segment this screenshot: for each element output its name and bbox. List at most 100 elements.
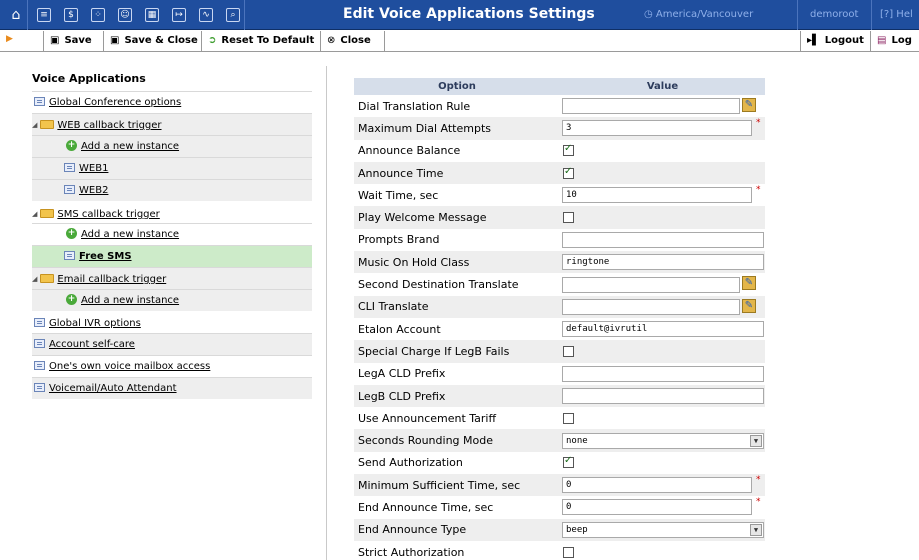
close-button[interactable]: ⊗ Close — [320, 31, 385, 51]
document-icon — [64, 250, 75, 260]
tree-item-account-self-care[interactable]: Account self-care — [32, 333, 312, 355]
document-icon — [34, 360, 45, 370]
tree-item-label[interactable]: WEB callback trigger — [57, 120, 161, 131]
tree-item-label[interactable]: Add a new instance — [81, 229, 179, 240]
add-icon: + — [66, 227, 77, 239]
chart-icon[interactable]: ∿ — [199, 8, 213, 22]
tree-item-label[interactable]: SMS callback trigger — [57, 209, 159, 220]
tree-item-label[interactable]: Email callback trigger — [57, 274, 166, 285]
tree-item-voicemail-attendant[interactable]: Voicemail/Auto Attendant — [32, 377, 312, 399]
legb-cld-prefix-input[interactable] — [562, 388, 764, 404]
table-row: Second Destination Translate ✎ — [354, 273, 765, 295]
person-icon[interactable]: ☺ — [118, 8, 132, 22]
table-row: Wait Time, sec 10 * — [354, 184, 765, 206]
tree-item-label[interactable]: Account self-care — [49, 339, 135, 350]
tree-item-web1[interactable]: WEB1 — [32, 157, 312, 179]
tree-item-label[interactable]: One's own voice mailbox access — [49, 361, 210, 372]
option-label: Send Authorization — [358, 456, 463, 470]
help-link[interactable]: [?] Hel — [880, 9, 913, 20]
column-header-option: Option — [354, 78, 560, 95]
option-label: Music On Hold Class — [354, 251, 560, 274]
tree-item-web2[interactable]: WEB2 — [32, 179, 312, 201]
reset-to-default-button[interactable]: ➲ Reset To Default — [201, 31, 320, 51]
tree-item-global-ivr[interactable]: Global IVR options — [32, 311, 312, 333]
tree-folder-sms-callback[interactable]: ◢ SMS callback trigger — [32, 201, 312, 223]
tree-item-label[interactable]: Add a new instance — [81, 295, 179, 306]
send-authorization-checkbox[interactable] — [563, 455, 574, 469]
tree-item-label[interactable]: Voicemail/Auto Attendant — [49, 383, 177, 394]
rule-wizard-icon[interactable]: ✎ — [742, 298, 756, 313]
expand-arrow-icon[interactable]: ◢ — [32, 268, 37, 290]
save-label: Save — [64, 35, 92, 46]
user-link[interactable]: demoroot — [797, 0, 872, 30]
option-value — [560, 384, 765, 408]
option-label: Maximum Dial Attempts — [354, 117, 560, 140]
home-icon[interactable]: ⌂ — [9, 8, 23, 22]
tree-item-label[interactable]: WEB2 — [79, 185, 108, 196]
dollar-icon[interactable]: $ — [64, 8, 78, 22]
dial-translation-rule-input[interactable] — [562, 98, 740, 115]
tree-item-label[interactable]: WEB1 — [79, 163, 108, 174]
option-label: Wait Time, sec — [358, 188, 439, 202]
grid-icon[interactable]: ⁘ — [91, 8, 105, 22]
rule-wizard-icon[interactable]: ✎ — [742, 276, 756, 291]
table-row: Play Welcome Message — [354, 206, 765, 229]
tree-item-voice-mailbox[interactable]: One's own voice mailbox access — [32, 355, 312, 377]
announce-balance-checkbox[interactable] — [563, 143, 574, 157]
option-label: Minimum Sufficient Time, sec — [354, 474, 560, 497]
add-icon: + — [66, 293, 77, 305]
cli-translate-input[interactable] — [562, 298, 740, 315]
tree-item-add-instance-sms[interactable]: + Add a new instance — [32, 223, 312, 245]
music-on-hold-input[interactable]: ringtone — [562, 254, 764, 271]
tree-item-add-instance-web[interactable]: + Add a new instance — [32, 135, 312, 157]
tree-item-free-sms[interactable]: Free SMS — [32, 245, 312, 267]
announce-time-checkbox[interactable] — [563, 166, 574, 179]
use-announcement-tariff-checkbox[interactable] — [563, 412, 574, 424]
export-icon[interactable]: ↦ — [172, 8, 186, 22]
logout-button[interactable]: ▸▌ Logout — [800, 31, 870, 51]
save-close-button[interactable]: ▣ Save & Close — [103, 31, 201, 51]
option-value: default@ivrutil — [560, 318, 765, 340]
end-announce-time-input[interactable]: 0 — [562, 499, 752, 516]
play-welcome-message-checkbox[interactable] — [563, 212, 574, 224]
etalon-account-input[interactable]: default@ivrutil — [562, 321, 764, 338]
document-icon — [34, 96, 45, 106]
tree-folder-web-callback[interactable]: ◢ WEB callback trigger — [32, 113, 312, 135]
list-icon[interactable]: ≡ — [37, 8, 51, 22]
tree-item-global-conference[interactable]: Global Conference options — [32, 91, 312, 113]
tree-item-label[interactable]: Add a new instance — [81, 141, 179, 152]
tree-folder-email-callback[interactable]: ◢ Email callback trigger — [32, 267, 312, 289]
option-label: Special Charge If LegB Fails — [354, 340, 560, 363]
top-separator — [244, 0, 245, 30]
table-icon[interactable]: ▦ — [145, 8, 159, 22]
magnifier-icon[interactable]: ⌕ — [226, 8, 240, 22]
tree-item-label[interactable]: Free SMS — [79, 251, 132, 262]
save-button[interactable]: ▣ Save — [43, 31, 103, 51]
required-marker: * — [756, 185, 761, 196]
chevron-down-icon[interactable]: ▼ — [750, 434, 762, 447]
tree-item-add-instance-email[interactable]: + Add a new instance — [32, 289, 312, 311]
expand-arrow-icon[interactable]: ◢ — [32, 114, 37, 136]
lega-cld-prefix-input[interactable] — [562, 365, 764, 382]
log-label: Log — [891, 35, 912, 46]
rule-wizard-icon[interactable]: ✎ — [742, 98, 756, 112]
prompts-brand-input[interactable] — [562, 231, 764, 248]
max-dial-attempts-input[interactable]: 3 — [562, 120, 752, 137]
second-destination-translate-input[interactable] — [562, 276, 740, 293]
min-sufficient-time-input[interactable]: 0 — [562, 477, 752, 494]
timezone-link[interactable]: ◷ America/Vancouver — [644, 9, 753, 20]
chevron-down-icon[interactable]: ▼ — [750, 523, 762, 536]
expand-arrow-icon[interactable]: ◢ — [32, 203, 37, 225]
special-charge-checkbox[interactable] — [563, 345, 574, 357]
log-button[interactable]: ▤ Log — [870, 31, 919, 51]
end-announce-type-select[interactable]: beep ▼ — [562, 521, 764, 538]
folder-icon — [40, 119, 55, 129]
tree-item-label[interactable]: Global IVR options — [49, 318, 141, 329]
strict-authorization-checkbox[interactable] — [563, 546, 574, 558]
tree-item-label[interactable]: Global Conference options — [49, 97, 181, 108]
wait-time-input[interactable]: 10 — [562, 187, 752, 204]
option-value: beep ▼ — [560, 518, 765, 541]
seconds-rounding-mode-select[interactable]: none ▼ — [562, 432, 764, 449]
folder-icon — [40, 273, 55, 283]
column-header-value: Value — [560, 78, 765, 95]
